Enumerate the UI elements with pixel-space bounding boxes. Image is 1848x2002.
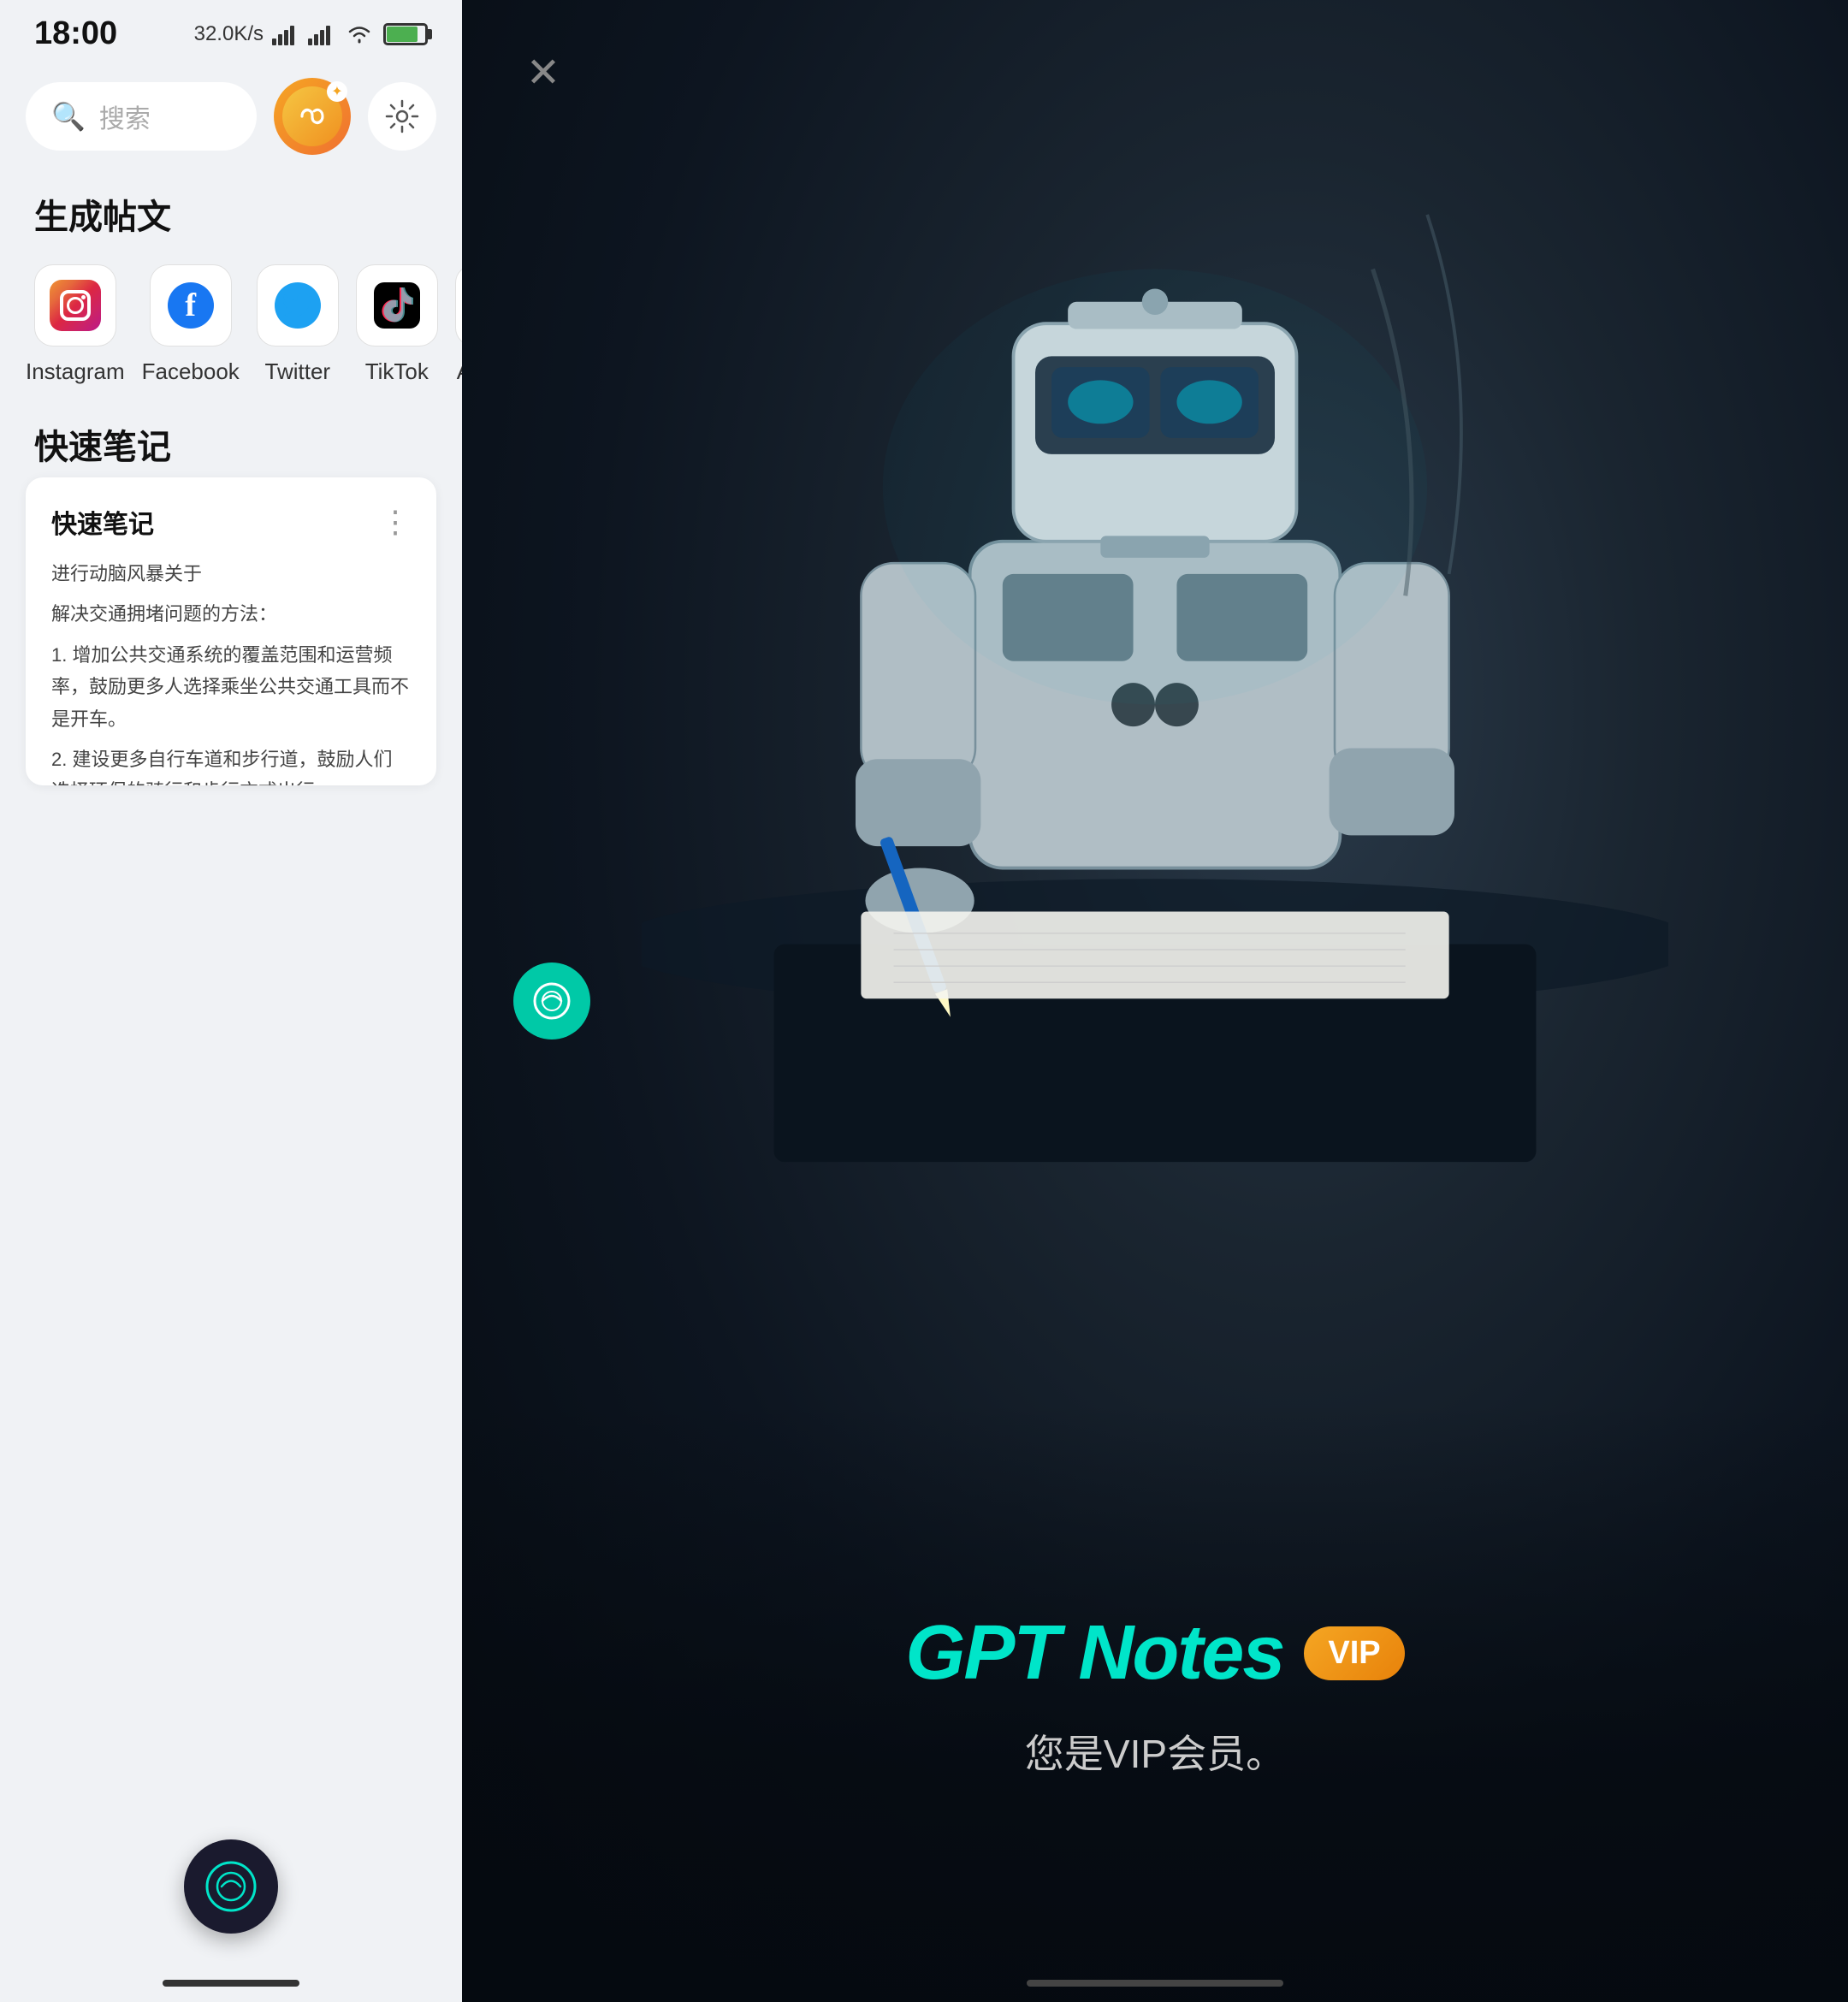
search-bar-row: 🔍 搜索 ✦ (0, 61, 462, 172)
notes-card-header: 快速笔记 ⋮ (51, 503, 411, 541)
status-icons: 32.0K/s (194, 22, 428, 46)
app-item-twitter[interactable]: Twitter (257, 264, 339, 385)
status-bar: 18:00 32.0K/s (0, 0, 462, 61)
app-item-instagram[interactable]: Instagram (26, 264, 125, 385)
infinity-icon (293, 98, 331, 135)
instagram-label: Instagram (26, 358, 125, 385)
search-placeholder: 搜索 (99, 98, 151, 135)
left-panel: 18:00 32.0K/s (0, 0, 462, 2002)
quick-notes-section: 快速笔记 ⋮ 进行动脑风暴关于 解决交通拥堵问题的方法： 1. 增加公共交通系统… (0, 477, 462, 2002)
facebook-label: Facebook (142, 358, 240, 385)
notes-line-2: 1. 增加公共交通系统的覆盖范围和运营频率，鼓励更多人选择乘坐公共交通工具而不是… (51, 639, 411, 735)
quicknotes-section-title: 快速笔记 (0, 402, 462, 477)
gpt-title-row: GPT Notes VIP (905, 1609, 1404, 1697)
facebook-icon-bg: f (150, 264, 232, 346)
app-grid: Instagram f Facebook Twitter (0, 247, 462, 402)
right-panel: ✕ GPT Notes VIP 您是VIP会员。 (462, 0, 1848, 2002)
tiktok-icon-bg (356, 264, 438, 346)
app-item-tiktok[interactable]: TikTok (356, 264, 438, 385)
robot-illustration (642, 51, 1668, 1249)
instagram-icon (50, 280, 101, 331)
settings-button[interactable] (368, 82, 436, 151)
bottom-content: GPT Notes VIP 您是VIP会员。 (462, 1609, 1848, 1780)
ai-button[interactable]: ✦ (274, 78, 351, 155)
search-icon: 🔍 (51, 100, 86, 133)
twitter-label: Twitter (265, 358, 331, 385)
signal-icon-2 (308, 23, 335, 45)
instagram-dot (81, 295, 86, 299)
notes-card[interactable]: 快速笔记 ⋮ 进行动脑风暴关于 解决交通拥堵问题的方法： 1. 增加公共交通系统… (26, 477, 436, 785)
app-item-facebook[interactable]: f Facebook (142, 264, 240, 385)
battery-icon (383, 23, 428, 45)
gpt-title: GPT Notes (905, 1609, 1283, 1697)
instagram-icon-bg (34, 264, 116, 346)
aitools-icon-bg: A i (455, 264, 462, 346)
home-indicator (163, 1980, 299, 1987)
tiktok-label: TikTok (365, 358, 429, 385)
notes-line-3: 2. 建设更多自行车道和步行道，鼓励人们选择环保的骑行和步行方式出行。 (51, 743, 411, 785)
close-button[interactable]: ✕ (513, 43, 573, 103)
twitter-icon-bg (257, 264, 339, 346)
close-icon: ✕ (526, 49, 560, 97)
instagram-inner (60, 290, 91, 321)
floating-icon-svg (530, 979, 574, 1023)
right-home-indicator (1027, 1980, 1283, 1987)
twitter-icon (275, 282, 321, 329)
gear-icon (385, 99, 419, 133)
fab-button[interactable] (184, 1839, 278, 1934)
status-time: 18:00 (34, 15, 117, 52)
facebook-icon: f (168, 282, 214, 329)
generate-section-title: 生成帖文 (0, 172, 462, 247)
vip-subtitle: 您是VIP会员。 (1025, 1723, 1285, 1780)
search-input[interactable]: 🔍 搜索 (26, 82, 257, 151)
star-badge: ✦ (327, 81, 347, 102)
notes-line-0: 进行动脑风暴关于 (51, 558, 411, 589)
notes-more-icon[interactable]: ⋮ (380, 506, 411, 537)
tiktok-icon (374, 282, 420, 329)
floating-icon[interactable] (513, 962, 590, 1040)
app-item-aitools[interactable]: A i AI Tools (455, 264, 462, 385)
signal-icon (272, 23, 299, 45)
fab-icon (201, 1857, 261, 1916)
wifi-icon (344, 23, 375, 45)
notes-card-title: 快速笔记 (51, 503, 154, 541)
notes-line-1: 解决交通拥堵问题的方法： (51, 598, 411, 630)
notes-content: 进行动脑风暴关于 解决交通拥堵问题的方法： 1. 增加公共交通系统的覆盖范围和运… (51, 558, 411, 785)
vip-badge: VIP (1304, 1626, 1404, 1680)
network-speed: 32.0K/s (194, 22, 264, 46)
